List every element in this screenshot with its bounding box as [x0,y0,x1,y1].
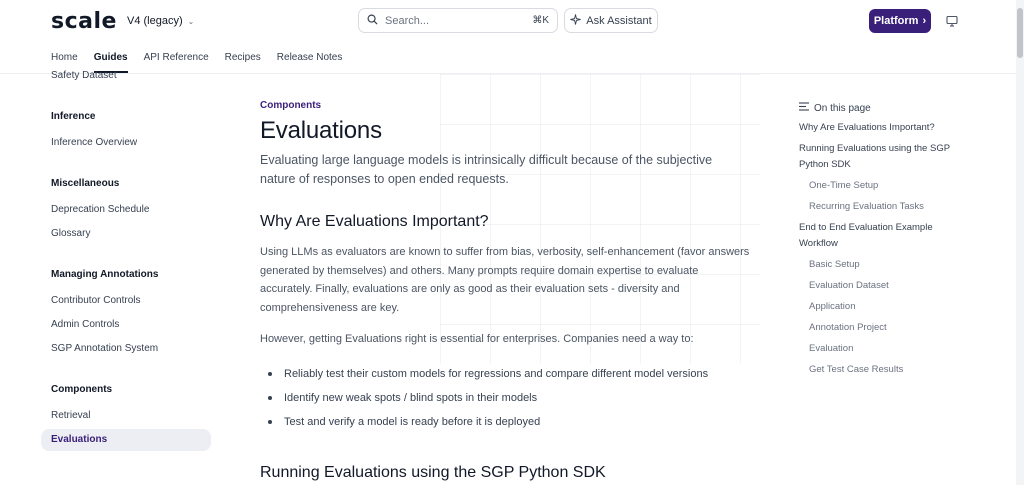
sidebar-item-sgp-annotation-system[interactable]: SGP Annotation System [41,338,211,360]
toc-subitem[interactable]: One-Time Setup [799,178,969,194]
sidebar-item-retrieval[interactable]: Retrieval [41,405,211,427]
sidebar-heading-inference: Inference [51,111,96,122]
list-item-text: Identify new weak spots / blind spots in… [284,391,538,404]
ask-assistant-label: Ask Assistant [586,14,652,27]
page-scrollbar[interactable] [1016,0,1024,485]
page-title: Evaluations [260,117,382,144]
bullet-icon [268,395,272,400]
monitor-icon[interactable] [946,14,958,27]
tab-recipes[interactable]: Recipes [225,52,261,72]
list-item: Identify new weak spots / blind spots in… [260,386,750,410]
sidebar-item-evaluations[interactable]: Evaluations [41,429,211,451]
toc-item[interactable]: Running Evaluations using the SGP Python… [799,141,969,173]
list-icon [799,102,809,114]
sidebar-heading-components: Components [51,384,113,395]
scrollbar-thumb[interactable] [1017,8,1023,58]
sidebar: Safety Dataset Inference Inference Overv… [41,71,211,451]
search-icon [367,14,378,28]
paragraph: However, getting Evaluations right is es… [260,333,694,345]
platform-label: Platform [873,15,919,27]
table-of-contents: On this page Why Are Evaluations Importa… [799,102,969,383]
chevron-down-icon: ⌄ [187,16,195,26]
list-item: Reliably test their custom models for re… [260,362,750,386]
toc-subitem[interactable]: Evaluation Dataset [799,278,969,294]
sidebar-heading-miscellaneous: Miscellaneous [51,178,120,189]
search-placeholder: Search... [385,14,430,27]
toc-heading-label: On this page [814,102,871,114]
toc-heading: On this page [799,102,969,114]
version-selector[interactable]: V4 (legacy) ⌄ [127,15,194,27]
chevron-right-icon: › [922,15,927,27]
tab-home[interactable]: Home [51,52,78,72]
top-header: scale V4 (legacy) ⌄ Search... ⌘K Ask Ass… [0,0,1016,74]
main-content: Components Evaluations Evaluating large … [260,100,750,485]
section-heading-why-evaluations: Why Are Evaluations Important? [260,213,489,230]
search-shortcut: ⌘K [532,15,549,26]
scale-logo[interactable]: scale [51,9,117,34]
toc-subitem[interactable]: Application [799,299,969,315]
sidebar-item-deprecation-schedule[interactable]: Deprecation Schedule [41,199,211,221]
sidebar-item-contributor-controls[interactable]: Contributor Controls [41,290,211,312]
sparkle-icon [570,13,581,28]
sidebar-item-glossary[interactable]: Glossary [41,223,211,245]
breadcrumb[interactable]: Components [260,100,750,111]
sidebar-item-admin-controls[interactable]: Admin Controls [41,314,211,336]
tab-guides[interactable]: Guides [93,52,128,73]
sidebar-item-safety-dataset[interactable]: Safety Dataset [41,71,211,85]
toc-subitem[interactable]: Annotation Project [799,320,969,336]
toc-item[interactable]: End to End Evaluation Example Workflow [799,220,969,252]
ask-assistant-button[interactable]: Ask Assistant [564,8,658,33]
page-lead: Evaluating large language models is intr… [260,153,713,186]
bullet-icon [268,371,272,376]
sidebar-item-inference-overview[interactable]: Inference Overview [41,132,211,154]
bullet-list: Reliably test their custom models for re… [260,362,750,434]
list-item: Test and verify a model is ready before … [260,410,750,434]
toc-subitem[interactable]: Get Test Case Results [799,362,969,378]
tab-release-notes[interactable]: Release Notes [277,52,343,72]
list-item-text: Reliably test their custom models for re… [284,367,709,380]
version-label: V4 (legacy) [127,15,183,27]
toc-subitem[interactable]: Evaluation [799,341,969,357]
toc-subitem[interactable]: Basic Setup [799,257,969,273]
paragraph: Using LLMs as evaluators are known to su… [260,246,750,314]
list-item-text: Test and verify a model is ready before … [284,415,541,428]
main-nav-tabs: Home Guides API Reference Recipes Releas… [51,52,343,73]
section-heading-running-evaluations: Running Evaluations using the SGP Python… [260,463,606,481]
sidebar-heading-managing-annotations: Managing Annotations [51,269,159,280]
platform-button[interactable]: Platform › [869,9,931,33]
bullet-icon [268,419,272,424]
tab-api-reference[interactable]: API Reference [144,52,209,72]
toc-subitem[interactable]: Recurring Evaluation Tasks [799,199,969,215]
search-input[interactable]: Search... ⌘K [358,8,558,33]
toc-item[interactable]: Why Are Evaluations Important? [799,120,969,136]
